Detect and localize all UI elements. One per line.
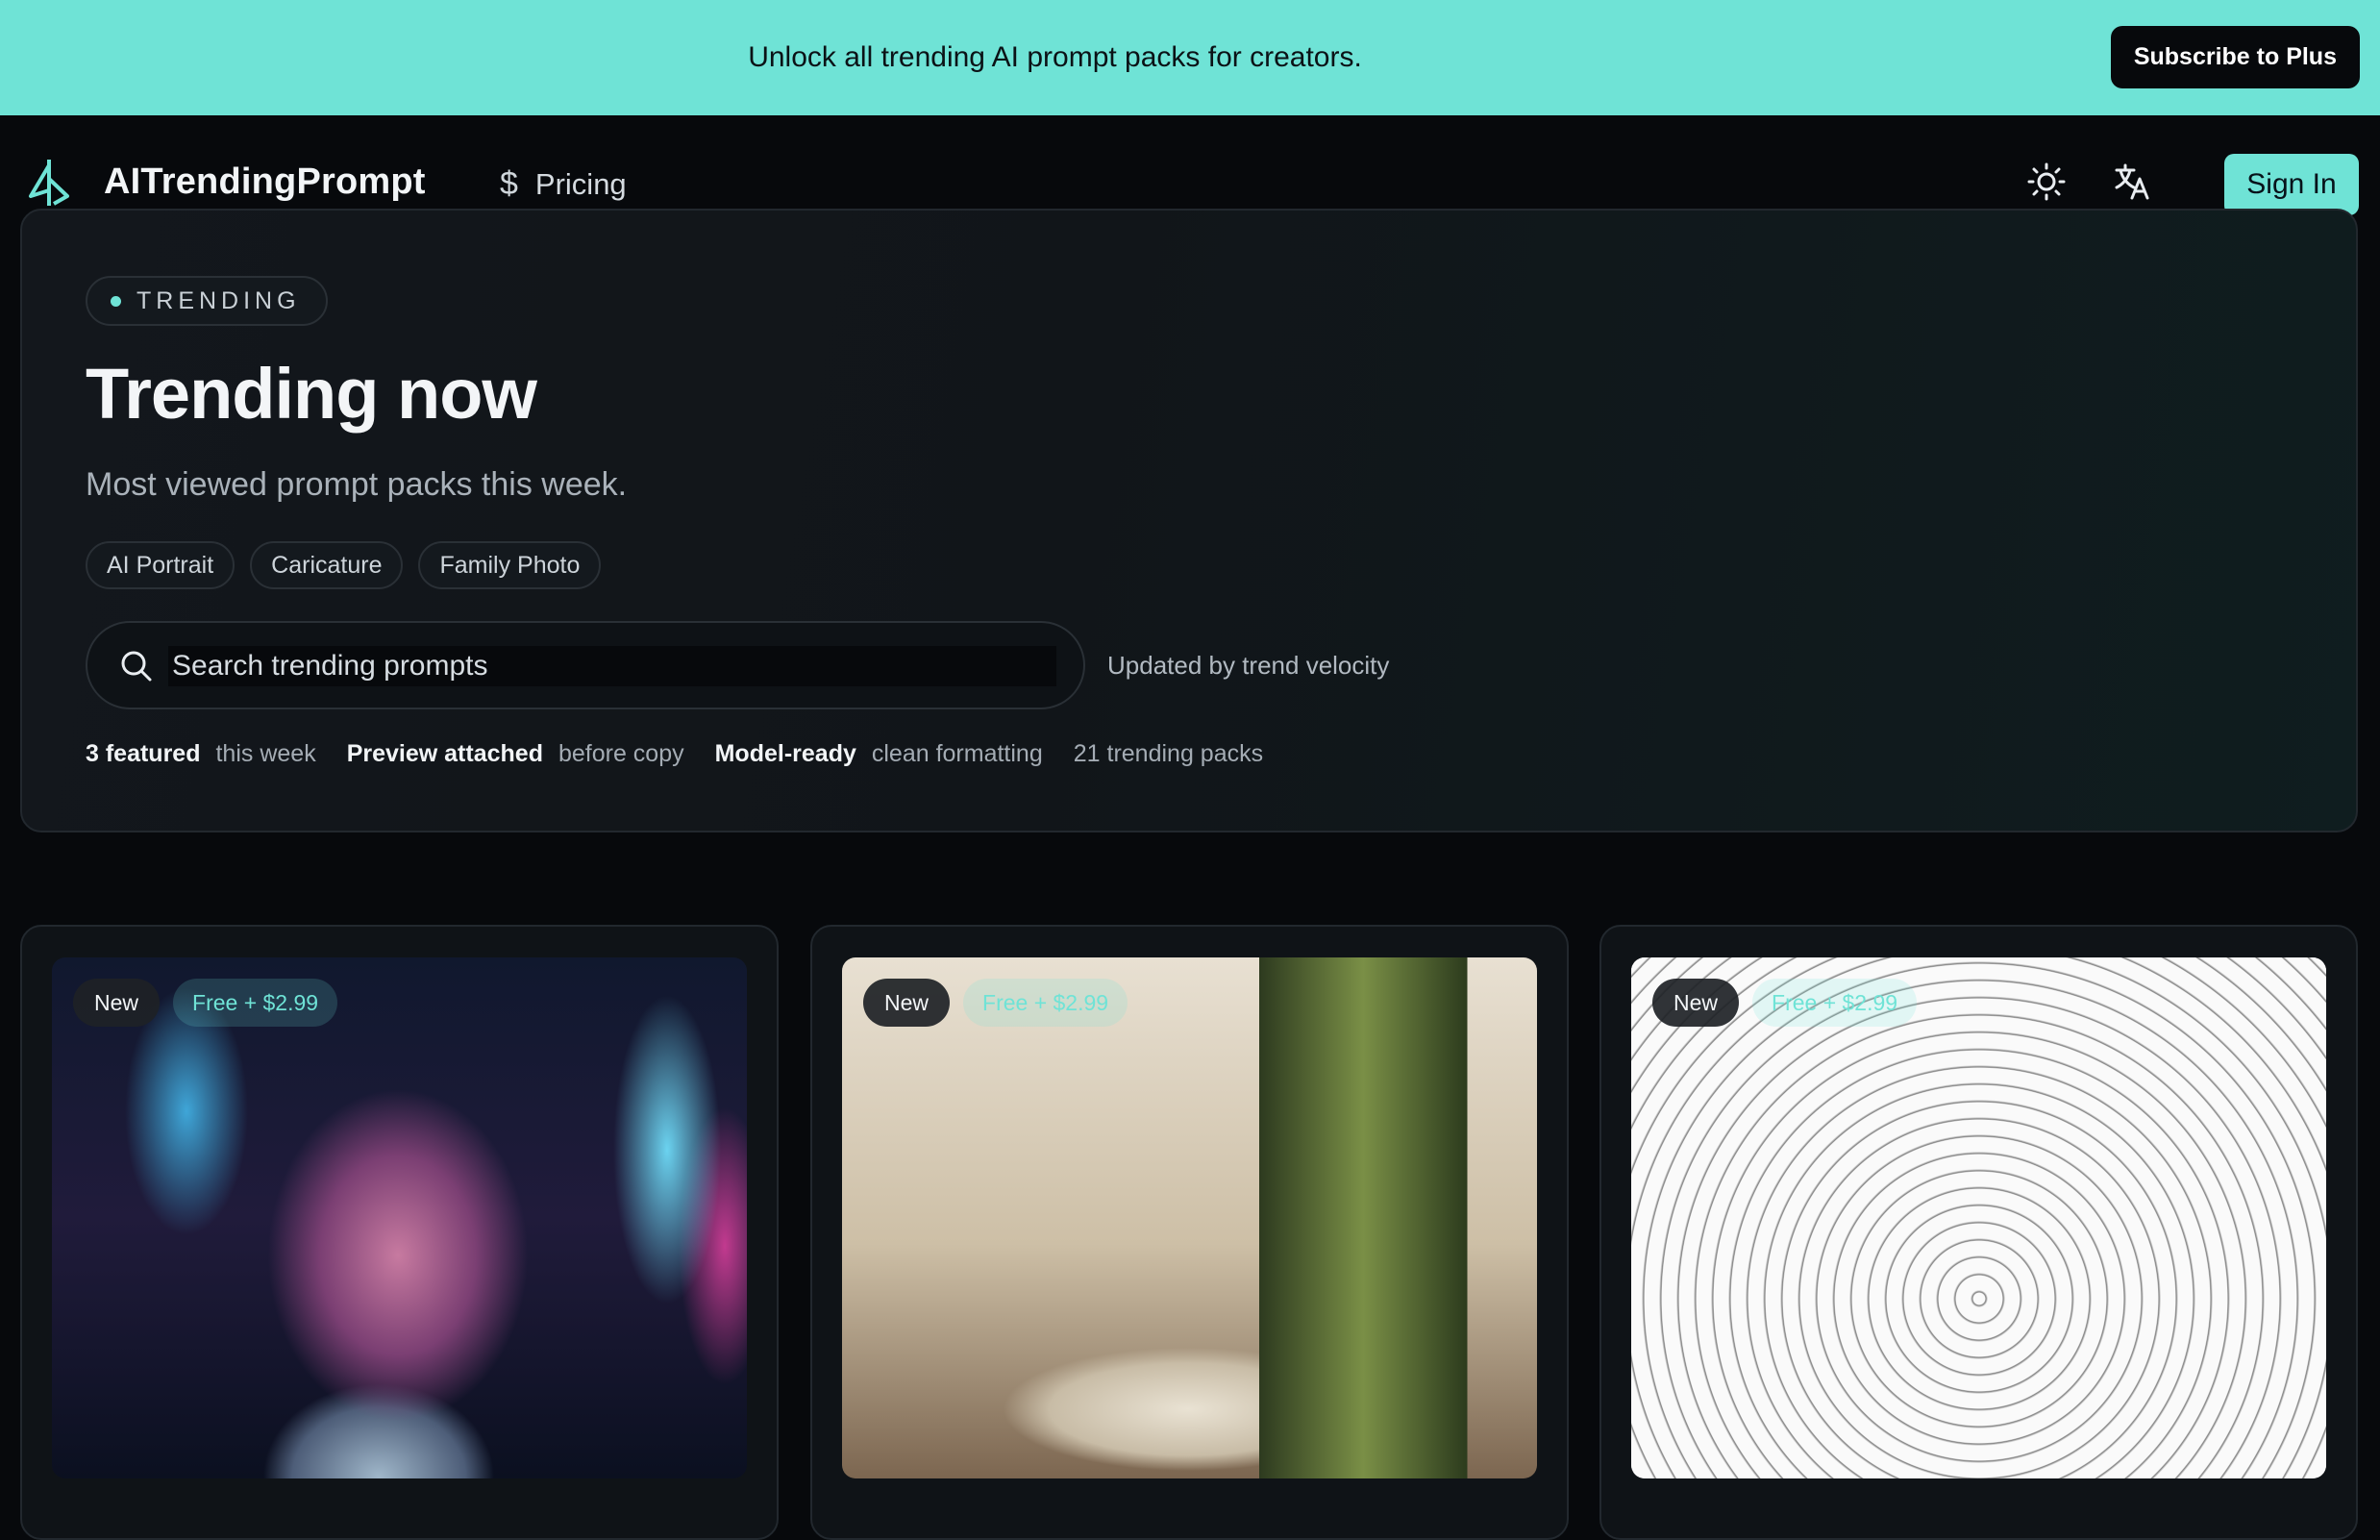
- dollar-icon: $: [500, 165, 518, 202]
- neon-portrait-image: [52, 957, 747, 1478]
- tag-family-photo[interactable]: Family Photo: [418, 541, 602, 589]
- logo-icon[interactable]: [25, 158, 73, 208]
- prompt-card[interactable]: New Free + $2.99: [20, 925, 779, 1540]
- promo-text: Unlock all trending AI prompt packs for …: [748, 41, 1362, 73]
- site-header: AITrendingPrompt $ Pricing Sign In: [0, 115, 2380, 215]
- stat-value: this week: [215, 740, 316, 767]
- stat-key: Model-ready: [714, 740, 856, 767]
- mandala-image: [1631, 957, 2326, 1478]
- trending-pill: TRENDING: [86, 276, 328, 326]
- search-input[interactable]: [168, 646, 1056, 686]
- new-badge: New: [863, 979, 951, 1027]
- hero-panel: TRENDING Trending now Most viewed prompt…: [20, 209, 2358, 832]
- card-badges: New Free + $2.99: [73, 979, 338, 1027]
- new-badge: New: [1652, 979, 1740, 1027]
- sign-in-button[interactable]: Sign In: [2224, 154, 2359, 215]
- promo-banner: Unlock all trending AI prompt packs for …: [0, 0, 2380, 115]
- prompt-card[interactable]: New Free + $2.99: [810, 925, 1569, 1540]
- stat-value: before copy: [558, 740, 684, 767]
- trending-pill-label: TRENDING: [136, 286, 301, 314]
- stat-featured: 3 featured this week: [86, 740, 316, 768]
- card-badges: New Free + $2.99: [1652, 979, 1918, 1027]
- card-image[interactable]: New Free + $2.99: [1631, 957, 2326, 1478]
- translate-icon[interactable]: [2113, 161, 2153, 202]
- brand-name[interactable]: AITrendingPrompt: [104, 161, 426, 203]
- page-subtitle: Most viewed prompt packs this week.: [86, 466, 628, 503]
- tag-ai-portrait[interactable]: AI Portrait: [86, 541, 236, 589]
- stat-preview: Preview attached before copy: [347, 740, 684, 768]
- card-image[interactable]: New Free + $2.99: [52, 957, 747, 1478]
- sun-icon[interactable]: [2026, 161, 2067, 202]
- card-image[interactable]: New Free + $2.99: [842, 957, 1537, 1478]
- trending-count: 21 trending packs: [1073, 740, 1264, 767]
- search-icon: [121, 651, 152, 682]
- subscribe-button[interactable]: Subscribe to Plus: [2110, 26, 2360, 88]
- price-badge: Free + $2.99: [1752, 979, 1918, 1027]
- updated-note: Updated by trend velocity: [1107, 651, 1390, 680]
- stat-model-ready: Model-ready clean formatting: [715, 740, 1043, 768]
- price-badge: Free + $2.99: [173, 979, 338, 1027]
- nav-pricing[interactable]: $ Pricing: [500, 165, 627, 203]
- status-dot-icon: [111, 295, 121, 307]
- price-badge: Free + $2.99: [963, 979, 1128, 1027]
- search-bar[interactable]: [86, 621, 1085, 709]
- stat-value: clean formatting: [871, 740, 1043, 767]
- new-badge: New: [73, 979, 161, 1027]
- stats-row: 3 featured this week Preview attached be…: [86, 740, 1263, 768]
- stat-key: 3 featured: [86, 740, 201, 767]
- prompt-card[interactable]: New Free + $2.99: [1599, 925, 2358, 1540]
- interior-image: [842, 957, 1537, 1478]
- tag-caricature[interactable]: Caricature: [250, 541, 404, 589]
- page-title: Trending now: [86, 354, 537, 434]
- stat-key: Preview attached: [346, 740, 543, 767]
- card-badges: New Free + $2.99: [863, 979, 1128, 1027]
- nav-pricing-label: Pricing: [534, 166, 627, 201]
- tag-list: AI Portrait Caricature Family Photo: [86, 541, 602, 589]
